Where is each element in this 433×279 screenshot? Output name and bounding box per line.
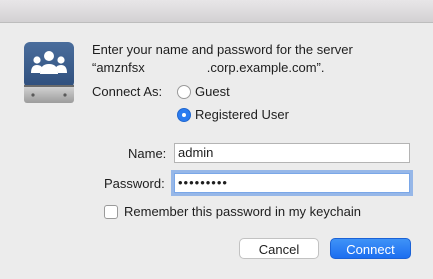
- name-label: Name:: [128, 146, 167, 161]
- connect-as-label: Connect As:: [92, 84, 163, 99]
- cancel-button[interactable]: Cancel: [239, 238, 319, 259]
- server-drive-icon: [24, 42, 74, 103]
- password-mask: •••••••••: [178, 175, 228, 190]
- server-name-start: “amznfsx: [92, 60, 145, 75]
- password-field[interactable]: •••••••••: [174, 173, 410, 193]
- server-name-end: .corp.example.com”.: [206, 60, 325, 75]
- guest-radio[interactable]: [177, 85, 191, 99]
- title-bar[interactable]: [0, 0, 433, 23]
- password-label: Password:: [104, 176, 165, 191]
- prompt-line-1: Enter your name and password for the ser…: [92, 42, 353, 57]
- remember-password-label[interactable]: Remember this password in my keychain: [124, 204, 361, 219]
- server-prompt: Enter your name and password for the ser…: [92, 41, 353, 77]
- guest-radio-label[interactable]: Guest: [195, 84, 230, 99]
- registered-user-radio[interactable]: [177, 108, 191, 122]
- name-value: admin: [178, 145, 214, 160]
- connect-to-server-dialog: Enter your name and password for the ser…: [0, 0, 433, 279]
- connect-button[interactable]: Connect: [330, 238, 411, 259]
- prompt-line-2: “amznfsx .corp.example.com”.: [92, 59, 353, 77]
- remember-password-checkbox[interactable]: [104, 205, 118, 219]
- registered-user-radio-label[interactable]: Registered User: [195, 107, 289, 122]
- name-field[interactable]: admin: [174, 143, 410, 163]
